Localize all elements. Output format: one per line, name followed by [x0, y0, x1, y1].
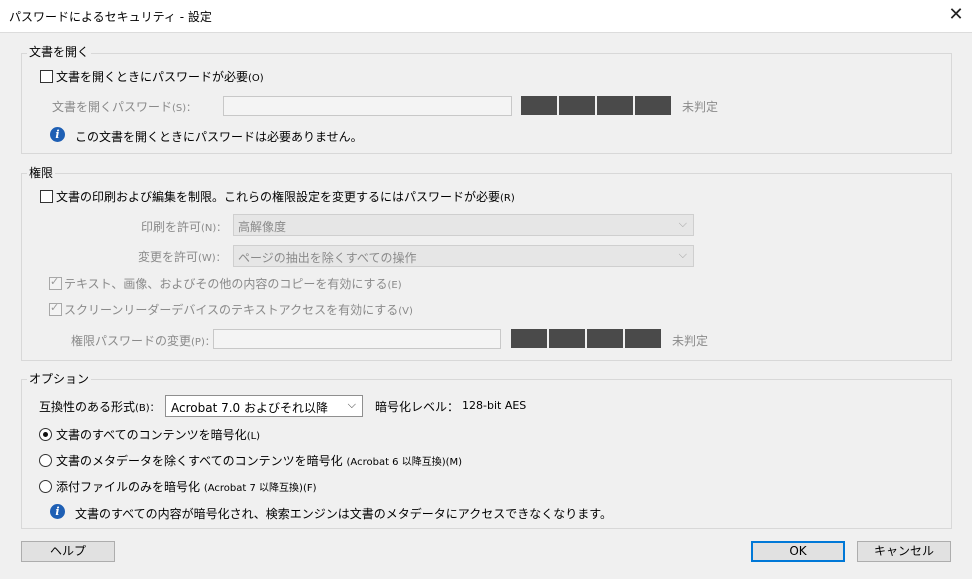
- permissions-password-strength-text: 未判定: [672, 334, 709, 348]
- strength-segment: [635, 96, 671, 115]
- strength-segment: [625, 329, 661, 348]
- open-password-label: 文書を開くパスワード(S)：: [52, 100, 197, 114]
- encryption-level-label: 暗号化レベル：: [375, 400, 460, 414]
- require-open-password-checkbox[interactable]: [40, 70, 53, 83]
- strength-segment: [521, 96, 557, 115]
- open-password-input[interactable]: [223, 96, 512, 116]
- strength-segment: [549, 329, 585, 348]
- strength-segment: [559, 96, 595, 115]
- ok-button[interactable]: OK: [751, 541, 845, 562]
- chevron-down-icon: ⌵: [678, 248, 687, 261]
- options-header: オプション: [27, 370, 92, 387]
- compat-label: 互換性のある形式(B)：: [39, 400, 160, 414]
- open-password-strength-text: 未判定: [682, 100, 719, 114]
- help-button[interactable]: ヘルプ: [21, 541, 115, 562]
- restrict-permissions-checkbox[interactable]: [40, 190, 53, 203]
- open-password-strength-meter: [521, 96, 671, 115]
- cancel-button[interactable]: キャンセル: [857, 541, 951, 562]
- encrypt-except-metadata-label[interactable]: 文書のメタデータを除くすべてのコンテンツを暗号化 (Acrobat 6 以降互換…: [56, 452, 462, 469]
- permissions-password-strength-meter: [511, 329, 661, 348]
- close-icon[interactable]: ✕: [944, 2, 968, 28]
- encrypt-except-metadata-radio[interactable]: [39, 454, 52, 467]
- chevron-down-icon: ⌵: [347, 398, 356, 411]
- encrypt-attachments-radio[interactable]: [39, 480, 52, 493]
- change-allow-label: 変更を許可(W)：: [138, 250, 226, 264]
- restrict-permissions-label[interactable]: 文書の印刷および編集を制限。これらの権限設定を変更するにはパスワードが必要(R): [56, 188, 515, 205]
- copy-content-label[interactable]: テキスト、画像、およびその他の内容のコピーを有効にする(E): [64, 275, 402, 292]
- open-document-header: 文書を開く: [27, 43, 92, 60]
- change-allow-value: ページの抽出を除くすべての操作: [238, 251, 417, 265]
- require-open-password-label[interactable]: 文書を開くときにパスワードが必要(O): [56, 68, 264, 85]
- options-info-text: 文書のすべての内容が暗号化され、検索エンジンは文書のメタデータにアクセスできなく…: [75, 507, 613, 521]
- encrypt-all-radio[interactable]: [39, 428, 52, 441]
- strength-segment: [511, 329, 547, 348]
- print-allow-select[interactable]: 高解像度 ⌵: [233, 214, 694, 236]
- copy-content-checkbox[interactable]: [49, 275, 62, 290]
- permissions-header: 権限: [27, 164, 56, 181]
- open-info-text: この文書を開くときにパスワードは必要ありません。: [75, 130, 363, 144]
- screen-reader-checkbox[interactable]: [49, 301, 62, 316]
- title-bar: パスワードによるセキュリティ - 設定 ✕: [0, 0, 972, 33]
- info-icon: i: [50, 504, 65, 519]
- compat-value: Acrobat 7.0 およびそれ以降: [171, 401, 328, 415]
- window-title: パスワードによるセキュリティ - 設定: [9, 10, 212, 24]
- permissions-password-input[interactable]: [213, 329, 501, 349]
- print-allow-value: 高解像度: [238, 220, 287, 234]
- permissions-password-label: 権限パスワードの変更(P)：: [71, 334, 215, 348]
- compat-select[interactable]: Acrobat 7.0 およびそれ以降 ⌵: [165, 395, 363, 417]
- change-allow-select[interactable]: ページの抽出を除くすべての操作 ⌵: [233, 245, 694, 267]
- print-allow-label: 印刷を許可(N)：: [141, 220, 227, 234]
- strength-segment: [597, 96, 633, 115]
- encrypt-attachments-label[interactable]: 添付ファイルのみを暗号化 (Acrobat 7 以降互換)(F): [56, 478, 317, 495]
- screen-reader-label[interactable]: スクリーンリーダーデバイスのテキストアクセスを有効にする(V): [64, 301, 413, 318]
- info-icon: i: [50, 127, 65, 142]
- chevron-down-icon: ⌵: [678, 217, 687, 230]
- encryption-level-value: 128-bit AES: [462, 399, 527, 412]
- encrypt-all-label[interactable]: 文書のすべてのコンテンツを暗号化(L): [56, 426, 260, 443]
- strength-segment: [587, 329, 623, 348]
